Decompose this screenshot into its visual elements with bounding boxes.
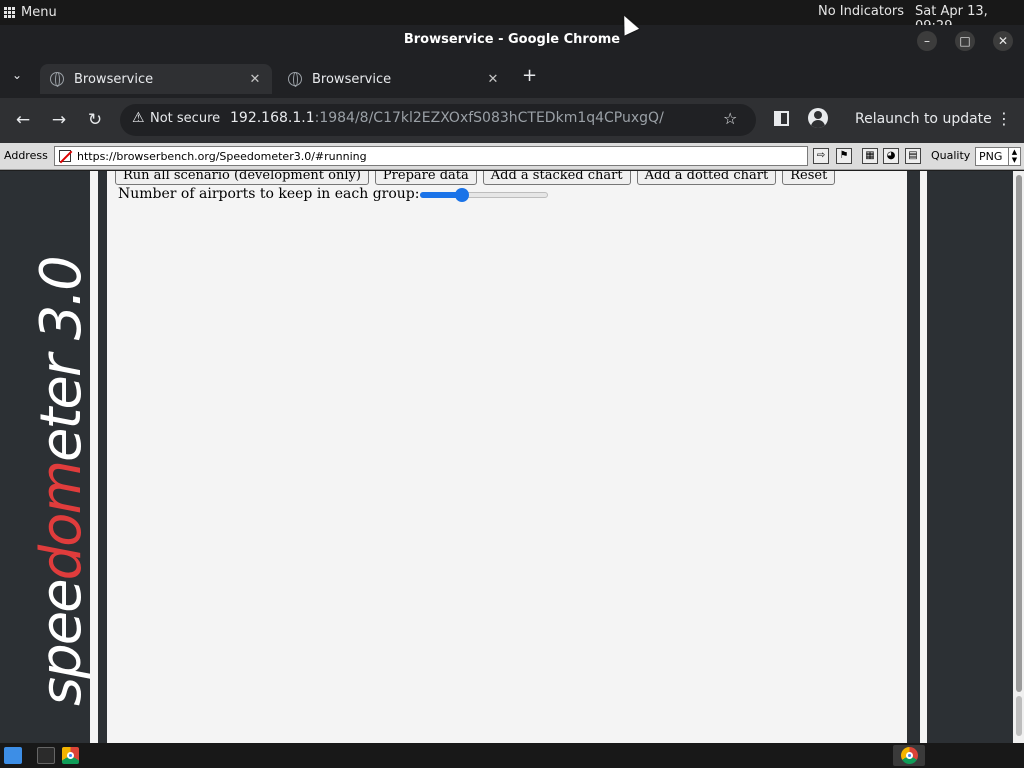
warning-triangle-icon[interactable]: ⚠ (132, 110, 145, 126)
tab-title: Browservice (74, 71, 154, 87)
svg-text:speedometer 3.0: speedometer 3.0 (29, 257, 90, 706)
omnibox[interactable]: ⚠ Not secure 192.168.1.1:1984/8/C17kl2EZ… (120, 104, 756, 136)
tab-search-chevron-icon[interactable]: ⌄ (12, 68, 28, 84)
logo-divider (90, 171, 98, 743)
airports-slider[interactable] (420, 188, 548, 202)
address-label: Address (4, 149, 48, 162)
right-divider (920, 171, 927, 743)
quality-value: PNG (979, 150, 1003, 163)
spin-arrows-icon[interactable]: ▲ ▼ (1008, 148, 1020, 165)
chrome-launcher-icon[interactable] (62, 747, 79, 764)
prepare-data-button[interactable]: Prepare data (374, 171, 477, 185)
not-secure-label[interactable]: Not secure (150, 111, 220, 126)
browservice-toolbar: Address https://browserbench.org/Speedom… (0, 143, 1024, 170)
speedometer-logo: speedometer 3.0 (0, 171, 94, 743)
right-panel (927, 171, 1013, 743)
tab-browservice-1[interactable]: Browservice ✕ (40, 64, 272, 94)
address-field[interactable]: https://browserbench.org/Speedometer3.0/… (54, 146, 808, 166)
add-stacked-chart-button[interactable]: Add a stacked chart (482, 171, 631, 185)
globe-icon (288, 72, 302, 87)
apps-grid-icon (4, 7, 15, 18)
kebab-menu-icon[interactable]: ⋮ (996, 109, 1012, 128)
url-host: 192.168.1.1 (230, 110, 315, 126)
open-in-window-icon[interactable]: ▦ (862, 148, 878, 164)
globe-icon (50, 72, 64, 87)
reload-icon[interactable]: ↻ (83, 108, 107, 132)
logo-text-d: m (29, 462, 90, 515)
scenario-button-row: Run all scenario (development only) Prep… (115, 171, 836, 185)
speedometer-logo-svg: speedometer 3.0 (29, 257, 94, 706)
find-binoculars-icon[interactable]: ◕ (883, 148, 899, 164)
scrollbar-thumb[interactable] (1016, 175, 1022, 692)
side-panel-icon[interactable] (774, 111, 789, 126)
logo-text-c: o (29, 515, 90, 547)
desktop-menu-button[interactable]: Menu (4, 4, 57, 21)
page-content: Run all scenario (development only) Prep… (107, 171, 907, 743)
profile-avatar-icon[interactable] (808, 108, 828, 128)
chrome-window-task[interactable] (893, 745, 925, 766)
insecure-lock-icon (59, 150, 71, 162)
tab-browservice-2[interactable]: Browservice ✕ (278, 64, 510, 94)
maximize-button[interactable]: □ (955, 31, 975, 51)
minimize-button[interactable]: – (917, 31, 937, 51)
logo-text-e: eter 3.0 (29, 257, 90, 462)
address-value[interactable]: https://browserbench.org/Speedometer3.0/… (77, 150, 367, 163)
tab-close-icon[interactable]: ✕ (248, 72, 262, 87)
desktop-menu-label: Menu (21, 5, 57, 20)
show-desktop-icon[interactable] (4, 747, 22, 764)
desktop-top-panel: Menu No Indicators Sat Apr 13, 09:29 (0, 0, 1024, 34)
tab-title: Browservice (312, 71, 392, 87)
bookmark-star-icon[interactable]: ☆ (723, 109, 737, 128)
forward-arrow-icon[interactable]: → (47, 108, 71, 132)
airports-label: Number of airports to keep in each group… (118, 186, 420, 202)
logo-text-a: spee (29, 580, 90, 706)
add-dotted-chart-button[interactable]: Add a dotted chart (636, 171, 777, 185)
tab-strip: ⌄ Browservice ✕ Browservice ✕ + (0, 56, 1024, 98)
reset-button[interactable]: Reset (782, 171, 836, 185)
browser-toolbar: ← → ↻ ⚠ Not secure 192.168.1.1:1984/8/C1… (0, 98, 1024, 143)
go-arrow-icon[interactable]: ⇨ (813, 148, 829, 164)
page-scrollbar[interactable] (1013, 171, 1024, 743)
chrome-task-icon (901, 747, 918, 764)
window-titlebar: Browservice - Google Chrome – □ ✕ (0, 25, 1024, 56)
tab-close-icon[interactable]: ✕ (486, 72, 500, 87)
quality-label: Quality (931, 149, 971, 162)
new-tab-plus-icon[interactable]: + (522, 65, 537, 86)
indicators-label[interactable]: No Indicators (818, 4, 904, 19)
bookmark-icon[interactable]: ⚑ (836, 148, 852, 164)
quality-select[interactable]: PNG ▲ ▼ (975, 147, 1021, 166)
desktop-taskbar (0, 743, 1024, 768)
url-text[interactable]: 192.168.1.1:1984/8/C17kl2EZXOxfS083hCTED… (230, 110, 664, 126)
relaunch-to-update-button[interactable]: Relaunch to update (855, 111, 992, 127)
close-window-button[interactable]: ✕ (993, 31, 1013, 51)
back-arrow-icon[interactable]: ← (11, 108, 35, 132)
url-path: :1984/8/C17kl2EZXOxfS083hCTEDkm1q4CPuxgQ… (314, 110, 664, 126)
run-all-scenario-button[interactable]: Run all scenario (development only) (115, 171, 369, 185)
terminal-icon[interactable] (37, 747, 55, 764)
logo-text-b: d (29, 544, 90, 580)
window-title: Browservice - Google Chrome (403, 32, 621, 47)
slider-knob[interactable] (455, 188, 470, 202)
page-viewport: speedometer 3.0 Run all scenario (develo… (0, 171, 1024, 743)
scrollbar-lower-track[interactable] (1016, 696, 1022, 736)
clipboard-icon[interactable]: ▤ (905, 148, 921, 164)
